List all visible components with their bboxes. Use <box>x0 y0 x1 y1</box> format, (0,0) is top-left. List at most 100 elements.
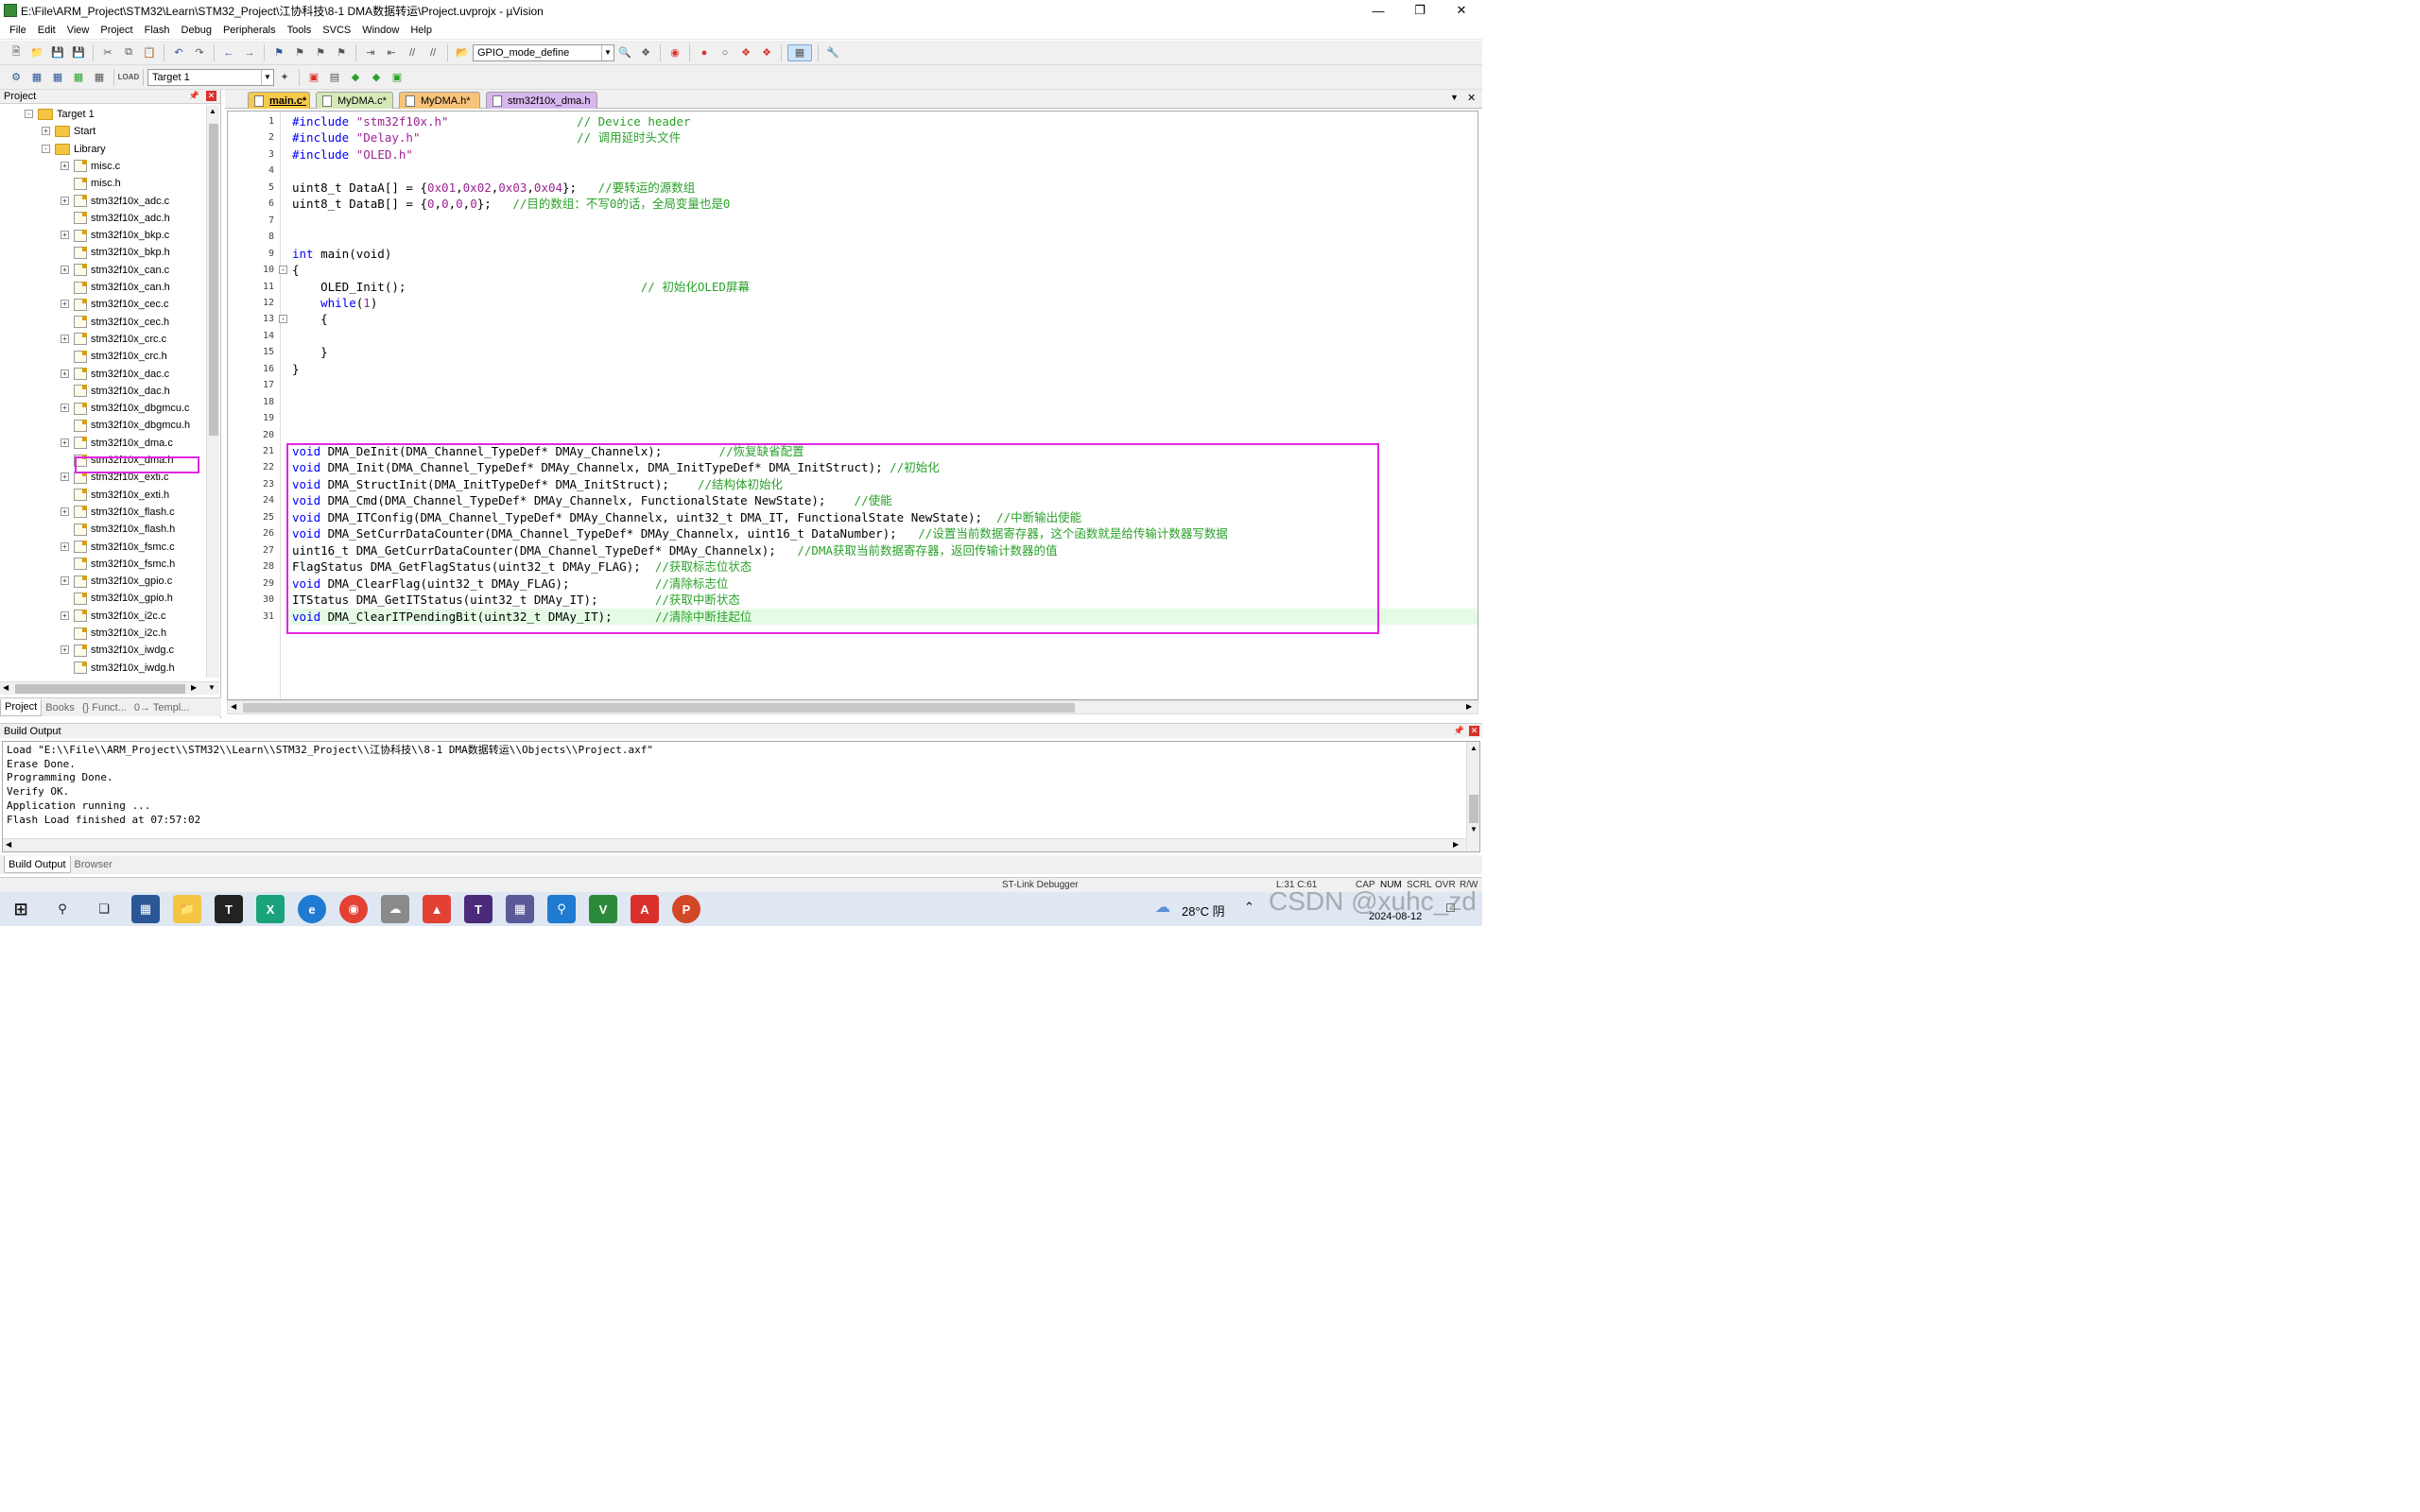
window-layout-icon[interactable]: ▦ <box>787 43 812 61</box>
tree-item-file[interactable]: + stm32f10x_dbgmcu.c <box>60 400 190 417</box>
chrome-icon[interactable]: ◉ <box>339 895 368 923</box>
project-vertical-scrollbar[interactable]: ▲ <box>206 105 219 678</box>
tree-item-file[interactable]: stm32f10x_gpio.h <box>74 590 173 607</box>
tree-item-file[interactable]: + stm32f10x_can.c <box>60 262 169 279</box>
menu-svcs[interactable]: SVCS <box>317 25 356 36</box>
build-horizontal-scrollbar[interactable]: ◀ ▶ <box>3 838 1466 851</box>
tree-item-file[interactable]: + stm32f10x_cec.c <box>60 296 169 313</box>
tree-item-group-start[interactable]: + Start <box>42 123 95 140</box>
tree-item-file[interactable]: + stm32f10x_gpio.c <box>60 573 172 590</box>
edge-icon[interactable]: e <box>298 895 326 923</box>
editor-tab[interactable]: stm32f10x_dma.h <box>486 92 597 109</box>
tex-icon[interactable]: T <box>464 895 493 923</box>
pack-installer-icon[interactable]: ◆ <box>347 69 364 86</box>
editor-tab[interactable]: MyDMA.h* <box>399 92 480 109</box>
pin-icon[interactable]: 📌 <box>189 91 199 101</box>
translate-icon[interactable]: ⚙ <box>8 69 25 86</box>
menu-debug[interactable]: Debug <box>176 25 217 36</box>
fold-icon[interactable]: - <box>279 315 287 324</box>
expand-icon[interactable]: + <box>60 438 69 447</box>
tree-item-file[interactable]: stm32f10x_crc.h <box>74 348 167 365</box>
scroll-right-icon[interactable]: ▶ <box>1466 702 1472 711</box>
scroll-left-icon[interactable]: ◀ <box>231 702 236 711</box>
menu-tools[interactable]: Tools <box>282 25 318 36</box>
tree-item-file[interactable]: + stm32f10x_fsmc.c <box>60 539 175 556</box>
code-editor[interactable]: 1 2 3 4 5 6 7 8 9 10 11 12 13 14 15 16 17 18 19 20 21 22 23 24 2… <box>227 111 1478 700</box>
next-bookmark-icon[interactable]: ⚑ <box>312 44 329 61</box>
tab-books[interactable]: Books <box>42 699 78 716</box>
scroll-left-icon[interactable]: ◀ <box>3 683 9 692</box>
uncomment-icon[interactable]: // <box>424 44 441 61</box>
debug-session-icon[interactable]: ◉ <box>666 44 683 61</box>
search-app-icon[interactable]: ⚲ <box>547 895 576 923</box>
expand-icon[interactable]: + <box>60 610 69 620</box>
paste-icon[interactable]: 📋 <box>141 44 158 61</box>
scroll-up-icon[interactable]: ▲ <box>209 107 216 115</box>
new-file-icon[interactable]: 🗎 <box>8 44 25 61</box>
build-output-text[interactable]: Load "E:\\File\\ARM_Project\\STM32\\Lear… <box>2 741 1480 852</box>
scroll-thumb[interactable] <box>209 124 218 436</box>
build-vertical-scrollbar[interactable]: ▲ ▼ <box>1466 742 1479 851</box>
expand-icon[interactable]: + <box>60 196 69 205</box>
expand-icon[interactable]: + <box>60 576 69 586</box>
editor-tab[interactable]: MyDMA.c* <box>316 92 393 109</box>
expand-icon[interactable]: + <box>60 265 69 274</box>
xmind-icon[interactable]: X <box>256 895 285 923</box>
expand-icon[interactable]: + <box>60 369 69 378</box>
tree-item-file[interactable]: + stm32f10x_flash.c <box>60 504 175 521</box>
select-packs-icon[interactable]: ▣ <box>389 69 406 86</box>
run-time-env-icon[interactable]: ◆ <box>368 69 385 86</box>
expand-icon[interactable]: + <box>60 334 69 343</box>
expand-icon[interactable]: + <box>60 472 69 482</box>
project-horizontal-scrollbar[interactable]: ◀ ▶ ▼ <box>0 681 219 695</box>
scroll-thumb[interactable] <box>243 703 1075 713</box>
browse-icon[interactable]: ❖ <box>637 44 654 61</box>
app-icon[interactable]: ☁ <box>381 895 409 923</box>
rebuild-icon[interactable]: ▦ <box>49 69 66 86</box>
scroll-thumb[interactable] <box>1469 795 1478 823</box>
expand-icon[interactable]: + <box>60 161 69 170</box>
tab-functions[interactable]: {} Funct... <box>78 699 130 716</box>
search-icon[interactable]: ⚲ <box>48 895 77 923</box>
minimize-button[interactable]: — <box>1357 0 1399 21</box>
batch-build-icon[interactable]: ▦ <box>70 69 87 86</box>
collapse-icon[interactable]: - <box>42 144 50 153</box>
menu-peripherals[interactable]: Peripherals <box>217 25 282 36</box>
open-file-icon[interactable]: 📁 <box>28 44 45 61</box>
editor-tab[interactable]: main.c* <box>248 92 310 109</box>
find-combo[interactable]: GPIO_mode_define ▼ <box>473 43 614 61</box>
windows-start-icon[interactable]: ⊞ <box>7 895 35 923</box>
task-view-icon[interactable]: ❏ <box>90 895 118 923</box>
build-icon[interactable]: ▦ <box>28 69 45 86</box>
tab-list-icon[interactable]: ▼ <box>1450 93 1459 102</box>
tree-item-file[interactable]: misc.h <box>74 175 121 192</box>
tree-item-file[interactable]: + misc.c <box>60 158 120 175</box>
acrobat-icon[interactable]: A <box>631 895 659 923</box>
close-icon[interactable]: ✕ <box>206 91 216 101</box>
close-button[interactable]: ✕ <box>1441 0 1482 21</box>
tree-item-file[interactable]: + stm32f10x_bkp.c <box>60 227 169 244</box>
collapse-icon[interactable]: - <box>25 110 33 118</box>
tree-item-file[interactable]: stm32f10x_can.h <box>74 279 170 296</box>
tree-item-file[interactable]: + stm32f10x_iwdg.c <box>60 642 174 659</box>
tree-item-file[interactable]: + stm32f10x_crc.c <box>60 331 166 348</box>
find-icon[interactable]: 🔍 <box>616 44 633 61</box>
scroll-up-icon[interactable]: ▲ <box>1470 744 1478 752</box>
close-icon[interactable]: ✕ <box>1469 726 1479 736</box>
editor-horizontal-scrollbar[interactable]: ◀ ▶ <box>227 700 1478 714</box>
tree-item-file[interactable]: + stm32f10x_dma.c <box>60 435 173 452</box>
scroll-right-icon[interactable]: ▶ <box>191 683 197 692</box>
menu-file[interactable]: File <box>4 25 32 36</box>
tree-item-file[interactable]: stm32f10x_bkp.h <box>74 244 170 261</box>
scroll-thumb[interactable] <box>15 684 185 694</box>
tab-project[interactable]: Project <box>0 698 43 716</box>
manage-components-icon[interactable]: ▣ <box>305 69 322 86</box>
save-all-icon[interactable]: 💾 <box>70 44 87 61</box>
copy-icon[interactable]: ⧉ <box>120 44 137 61</box>
expand-icon[interactable]: + <box>60 541 69 551</box>
tree-item-file[interactable]: stm32f10x_fsmc.h <box>74 556 175 573</box>
tree-item-file[interactable]: stm32f10x_cec.h <box>74 314 169 331</box>
tree-item-file[interactable]: + stm32f10x_i2c.c <box>60 608 165 625</box>
tree-item-file[interactable]: stm32f10x_i2c.h <box>74 625 166 642</box>
app-icon[interactable]: ▲ <box>423 895 451 923</box>
